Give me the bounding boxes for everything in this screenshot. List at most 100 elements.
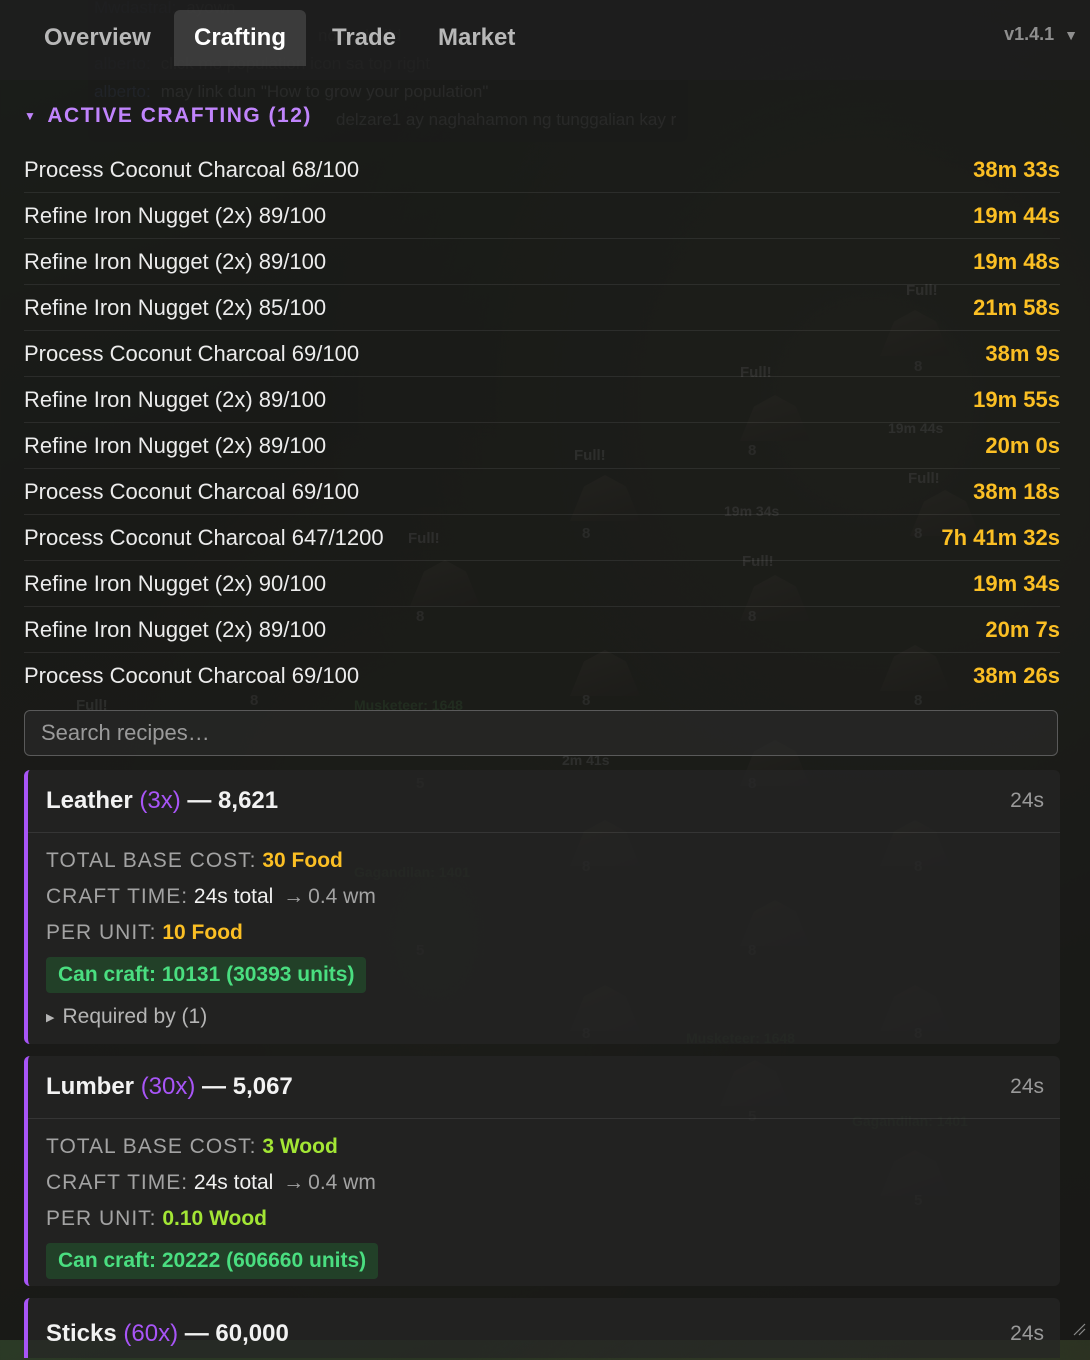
per-unit-value: 0.10 Wood [162,1207,267,1230]
craft-name: Refine Iron Nugget (2x) 89/100 [24,386,327,412]
craft-name: Refine Iron Nugget (2x) 89/100 [24,202,327,228]
recipe-name: Lumber [46,1073,135,1100]
craft-time: 38m 9s [985,340,1060,366]
craft-time: 19m 44s [973,202,1060,228]
can-craft-badge: Can craft: 20222 (606660 units) [46,1243,379,1279]
craft-time-row: CRAFT TIME: 24s total → 0.4 wm [46,879,1042,915]
craft-time: 38m 33s [973,156,1060,182]
recipe-card-leather[interactable]: Leather (3x) — 8,621 24s TOTAL BASE COST… [24,770,1060,1044]
craft-name: Refine Iron Nugget (2x) 89/100 [24,432,327,458]
recipe-name: Leather [46,787,133,814]
recipe-name: Sticks [46,1320,117,1347]
recipe-multiplier: (30x) [140,1073,196,1100]
craft-time: 38m 18s [973,478,1060,504]
arrow-right-icon: → [283,885,305,908]
version-label: v1.4.1 [1004,24,1055,44]
recipe-duration: 24s [1010,789,1044,812]
craft-time: 21m 58s [973,294,1060,320]
craft-time: 20m 0s [985,432,1060,458]
list-item: Refine Iron Nugget (2x) 85/100 21m 58s [24,285,1060,331]
recipe-card-lumber[interactable]: Lumber (30x) — 5,067 24s TOTAL BASE COST… [24,1056,1060,1286]
recipe-header: Sticks (60x) — 60,000 24s [28,1298,1060,1360]
total-base-cost-row: TOTAL BASE COST: 30 Food [46,843,1042,879]
tab-trade[interactable]: Trade [312,10,416,66]
list-item: Refine Iron Nugget (2x) 89/100 20m 0s [24,423,1060,469]
can-craft-badge: Can craft: 10131 (30393 units) [46,957,367,993]
craft-time-wm: 0.4 wm [308,1171,376,1194]
recipe-title: Leather (3x) — 8,621 [46,787,278,815]
list-item: Refine Iron Nugget (2x) 89/100 20m 7s [24,607,1060,653]
recipe-title: Sticks (60x) — 60,000 [46,1310,289,1348]
triangle-down-icon: ▼ [24,109,38,123]
tab-market[interactable]: Market [418,10,535,66]
recipe-header: Leather (3x) — 8,621 24s [28,770,1060,833]
per-unit-value: 10 Food [162,921,243,944]
recipe-header: Lumber (30x) — 5,067 24s [28,1056,1060,1119]
tab-bar: Overview Crafting Trade Market v1.4.1 ▼ [0,0,1090,80]
recipe-multiplier: (60x) [123,1320,179,1347]
arrow-right-icon: → [283,1171,305,1194]
craft-time-row: CRAFT TIME: 24s total → 0.4 wm [46,1165,1042,1201]
list-item: Refine Iron Nugget (2x) 89/100 19m 48s [24,239,1060,285]
list-item: Refine Iron Nugget (2x) 89/100 19m 55s [24,377,1060,423]
list-item: Process Coconut Charcoal 68/100 38m 33s [24,147,1060,193]
craft-time-value: 24s total [193,1171,274,1194]
recipe-value: — 60,000 [184,1320,289,1347]
craft-time: 38m 26s [973,662,1060,688]
caret-down-icon: ▼ [1064,27,1078,43]
search-box [24,710,1058,756]
total-base-cost-label: TOTAL BASE COST: [46,849,257,872]
recipe-duration: 24s [1010,1075,1044,1098]
total-base-cost-row: TOTAL BASE COST: 3 Wood [46,1129,1042,1165]
craft-name: Process Coconut Charcoal 68/100 [24,156,360,182]
craft-time: 19m 48s [973,248,1060,274]
recipe-multiplier: (3x) [139,787,181,814]
recipe-body: TOTAL BASE COST: 3 Wood CRAFT TIME: 24s … [28,1119,1060,1279]
craft-time: 19m 34s [973,570,1060,596]
craft-name: Process Coconut Charcoal 69/100 [24,662,360,688]
tab-overview[interactable]: Overview [24,10,171,66]
resize-handle-icon[interactable] [1072,1322,1086,1336]
craft-name: Refine Iron Nugget (2x) 90/100 [24,570,327,596]
craft-name: Process Coconut Charcoal 69/100 [24,478,360,504]
per-unit-label: PER UNIT: [46,921,157,944]
craft-time-label: CRAFT TIME: [46,885,189,908]
triangle-right-icon: ▶ [46,1012,55,1024]
craft-time-value: 24s total [193,885,274,908]
recipe-duration: 24s [1010,1322,1044,1345]
recipe-title: Lumber (30x) — 5,067 [46,1073,293,1101]
total-base-cost-value: 3 Wood [262,1135,338,1158]
version-dropdown[interactable]: v1.4.1 ▼ [1004,24,1078,45]
tab-crafting[interactable]: Crafting [174,10,306,66]
list-item: Process Coconut Charcoal 647/1200 7h 41m … [24,515,1060,561]
active-crafting-title: ACTIVE CRAFTING (12) [47,104,312,127]
craft-name: Refine Iron Nugget (2x) 85/100 [24,294,327,320]
craft-name: Refine Iron Nugget (2x) 89/100 [24,248,327,274]
search-input[interactable] [25,711,1057,755]
craft-name: Process Coconut Charcoal 647/1200 [24,524,384,550]
per-unit-row: PER UNIT: 0.10 Wood [46,1201,1042,1237]
active-crafting-header[interactable]: ▼ ACTIVE CRAFTING (12) [24,104,312,128]
recipe-body: TOTAL BASE COST: 30 Food CRAFT TIME: 24s… [28,833,1060,1029]
total-base-cost-label: TOTAL BASE COST: [46,1135,257,1158]
craft-name: Refine Iron Nugget (2x) 89/100 [24,616,327,642]
craft-time-label: CRAFT TIME: [46,1171,189,1194]
per-unit-row: PER UNIT: 10 Food [46,915,1042,951]
active-crafting-list: Process Coconut Charcoal 68/100 38m 33s R… [24,147,1060,698]
craft-time: 7h 41m 32s [941,524,1060,550]
list-item: Refine Iron Nugget (2x) 90/100 19m 34s [24,561,1060,607]
list-item: Process Coconut Charcoal 69/100 38m 26s [24,653,1060,698]
per-unit-label: PER UNIT: [46,1207,157,1230]
craft-time-wm: 0.4 wm [308,885,376,908]
crafting-panel: Overview Crafting Trade Market v1.4.1 ▼ ▼… [0,0,1090,1358]
list-item: Process Coconut Charcoal 69/100 38m 18s [24,469,1060,515]
craft-time: 20m 7s [985,616,1060,642]
list-item: Refine Iron Nugget (2x) 89/100 19m 44s [24,193,1060,239]
required-by-label: Required by (1) [62,1005,208,1028]
required-by-toggle[interactable]: ▶ Required by (1) [46,1005,1042,1029]
craft-name: Process Coconut Charcoal 69/100 [24,340,360,366]
list-item: Process Coconut Charcoal 69/100 38m 9s [24,331,1060,377]
total-base-cost-value: 30 Food [262,849,343,872]
recipe-card-sticks[interactable]: Sticks (60x) — 60,000 24s [24,1298,1060,1358]
recipe-value: — 5,067 [202,1073,293,1100]
